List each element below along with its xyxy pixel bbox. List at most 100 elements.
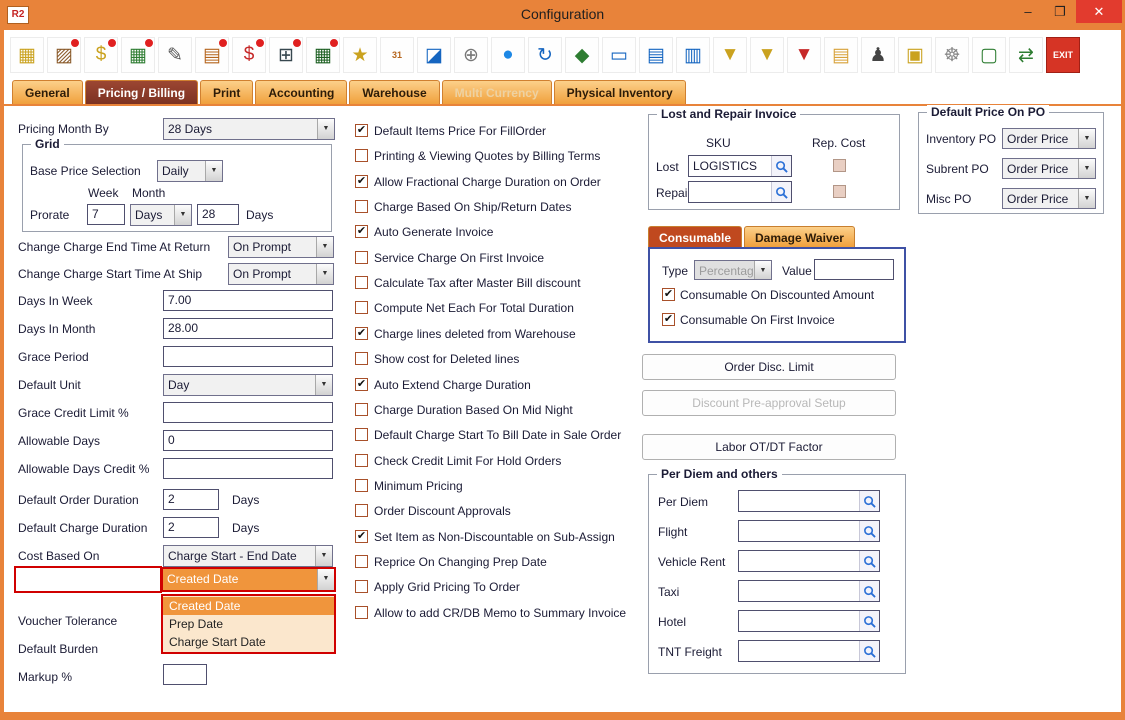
coins-icon[interactable]: $ [84,37,118,73]
checkbox-charge-lines-deleted-from-warehouse[interactable]: ✔ [355,327,368,340]
keyboard-icon[interactable]: ▭ [602,37,636,73]
lost-sku-input[interactable]: LOGISTICS [688,155,792,177]
search-icon[interactable] [859,521,879,541]
type-select[interactable]: Percentage▼ [694,260,772,280]
tnt-freight-input[interactable] [738,640,880,662]
inventory-po-select[interactable]: Order Price▼ [1002,128,1096,149]
search-icon[interactable] [771,182,791,202]
checkbox-calculate-tax-after-master-bill-discount[interactable] [355,276,368,289]
shield-icon[interactable]: ◆ [565,37,599,73]
chevron-down-icon[interactable]: ▼ [316,264,333,284]
checkbox-consumable-on-first-invoice[interactable]: ✔ [662,313,675,326]
dropdown-option-charge-start-date[interactable]: Charge Start Date [163,633,334,651]
tab-pricing-billing[interactable]: Pricing / Billing [85,80,198,104]
tab-print[interactable]: Print [200,80,253,104]
checkbox-auto-generate-invoice[interactable]: ✔ [355,225,368,238]
chevron-down-icon[interactable]: ▼ [315,546,332,566]
default-unit-select[interactable]: Day▼ [163,374,333,396]
checkbox-minimum-pricing[interactable] [355,479,368,492]
save-icon[interactable]: ▦ [10,37,44,73]
monitor-icon[interactable]: ▢ [972,37,1006,73]
checkbox-apply-grid-pricing-to-order[interactable] [355,580,368,593]
grace-credit-limit-input[interactable] [163,402,333,423]
checkbox-auto-extend-charge-duration[interactable]: ✔ [355,378,368,391]
grace-period-input[interactable] [163,346,333,367]
prorate-unit-select[interactable]: Days▼ [130,204,192,226]
exit-icon[interactable]: EXIT [1046,37,1080,73]
labor-cost-based-on-select[interactable]: Created Date▼ [161,567,336,592]
maximize-button[interactable]: ❐ [1044,0,1076,23]
search-icon[interactable] [771,156,791,176]
chevron-down-icon[interactable]: ▼ [1078,129,1095,148]
funnel-red-icon[interactable]: ▼ [787,37,821,73]
grid-icon[interactable]: ⊞ [269,37,303,73]
search-icon[interactable] [859,491,879,511]
tab-multi-currency[interactable]: Multi Currency [442,80,552,104]
allowable-days-credit-input[interactable] [163,458,333,479]
taxi-input[interactable] [738,580,880,602]
cost-based-on-select[interactable]: Charge Start - End Date▼ [163,545,333,567]
chevron-down-icon[interactable]: ▼ [317,119,334,139]
tab-general[interactable]: General [12,80,83,104]
minimize-button[interactable]: – [1012,0,1044,23]
checkbox-show-cost-for-deleted-lines[interactable] [355,352,368,365]
checkbox-check-credit-limit-for-hold-orders[interactable] [355,454,368,467]
checkbox-compute-net-each-for-total-duration[interactable] [355,301,368,314]
gears-icon[interactable]: ⊕ [454,37,488,73]
repair-rep-cost-checkbox[interactable] [833,185,846,198]
calendar-31-icon[interactable]: 31 [380,37,414,73]
tab-damage-waiver[interactable]: Damage Waiver [744,226,855,247]
lost-rep-cost-checkbox[interactable] [833,159,846,172]
chevron-down-icon[interactable]: ▼ [205,161,222,181]
checkbox-printing-viewing-quotes-by-billing-terms[interactable] [355,149,368,162]
document-icon[interactable]: ▤ [195,37,229,73]
hotel-input[interactable] [738,610,880,632]
checkbox-reprice-on-changing-prep-date[interactable] [355,555,368,568]
chart-icon[interactable]: ◪ [417,37,451,73]
prorate-week-input[interactable]: 7 [87,204,125,225]
sync-document-icon[interactable]: ↻ [528,37,562,73]
pricing-month-by-select[interactable]: 28 Days▼ [163,118,335,140]
blue-document-icon[interactable]: ▤ [639,37,673,73]
change-charge-start-time-at-ship-select[interactable]: On Prompt▼ [228,263,334,285]
search-icon[interactable] [859,641,879,661]
folder-gear-icon[interactable]: ▣ [898,37,932,73]
chevron-down-icon[interactable]: ▼ [1078,189,1095,208]
close-button[interactable]: ✕ [1076,0,1122,23]
search-icon[interactable] [859,551,879,571]
checkbox-charge-based-on-ship-return-dates[interactable] [355,200,368,213]
funnel-export-icon[interactable]: ▼ [750,37,784,73]
value-input[interactable] [814,259,894,280]
prorate-month-input[interactable]: 28 [197,204,239,225]
chevron-down-icon[interactable]: ▼ [315,375,332,395]
spreadsheet-icon[interactable]: ▦ [306,37,340,73]
change-charge-end-time-at-return-select[interactable]: On Prompt▼ [228,236,334,258]
default-order-duration-input[interactable]: 2 [163,489,219,510]
checkbox-consumable-on-discounted-amount[interactable]: ✔ [662,288,675,301]
dollar-document-icon[interactable]: $ [232,37,266,73]
checkbox-charge-duration-based-on-mid-night[interactable] [355,403,368,416]
checkbox-allow-to-add-cr-db-memo-to-summary-invoice[interactable] [355,606,368,619]
vehicle-rent-input[interactable] [738,550,880,572]
days-in-month-input[interactable]: 28.00 [163,318,333,339]
checkbox-allow-fractional-charge-duration-on-order[interactable]: ✔ [355,175,368,188]
checkbox-order-discount-approvals[interactable] [355,504,368,517]
key-icon[interactable]: ★ [343,37,377,73]
checkbox-set-item-as-non-discountable-on-sub-assign[interactable]: ✔ [355,530,368,543]
printer-icon[interactable]: ▨ [47,37,81,73]
base-price-selection-select[interactable]: Daily▼ [157,160,223,182]
repair-sku-input[interactable] [688,181,792,203]
note-icon[interactable]: ▤ [824,37,858,73]
tab-physical-inventory[interactable]: Physical Inventory [554,80,686,104]
search-icon[interactable] [859,611,879,631]
allowable-days-input[interactable]: 0 [163,430,333,451]
default-charge-duration-input[interactable]: 2 [163,517,219,538]
calendar-icon[interactable]: ▦ [121,37,155,73]
copy-document-icon[interactable]: ▥ [676,37,710,73]
chevron-down-icon[interactable]: ▼ [754,261,771,279]
days-in-week-input[interactable]: 7.00 [163,290,333,311]
edit-icon[interactable]: ✎ [158,37,192,73]
dropdown-option-prep-date[interactable]: Prep Date [163,615,334,633]
per-diem-input[interactable] [738,490,880,512]
chevron-down-icon[interactable]: ▼ [174,205,191,225]
